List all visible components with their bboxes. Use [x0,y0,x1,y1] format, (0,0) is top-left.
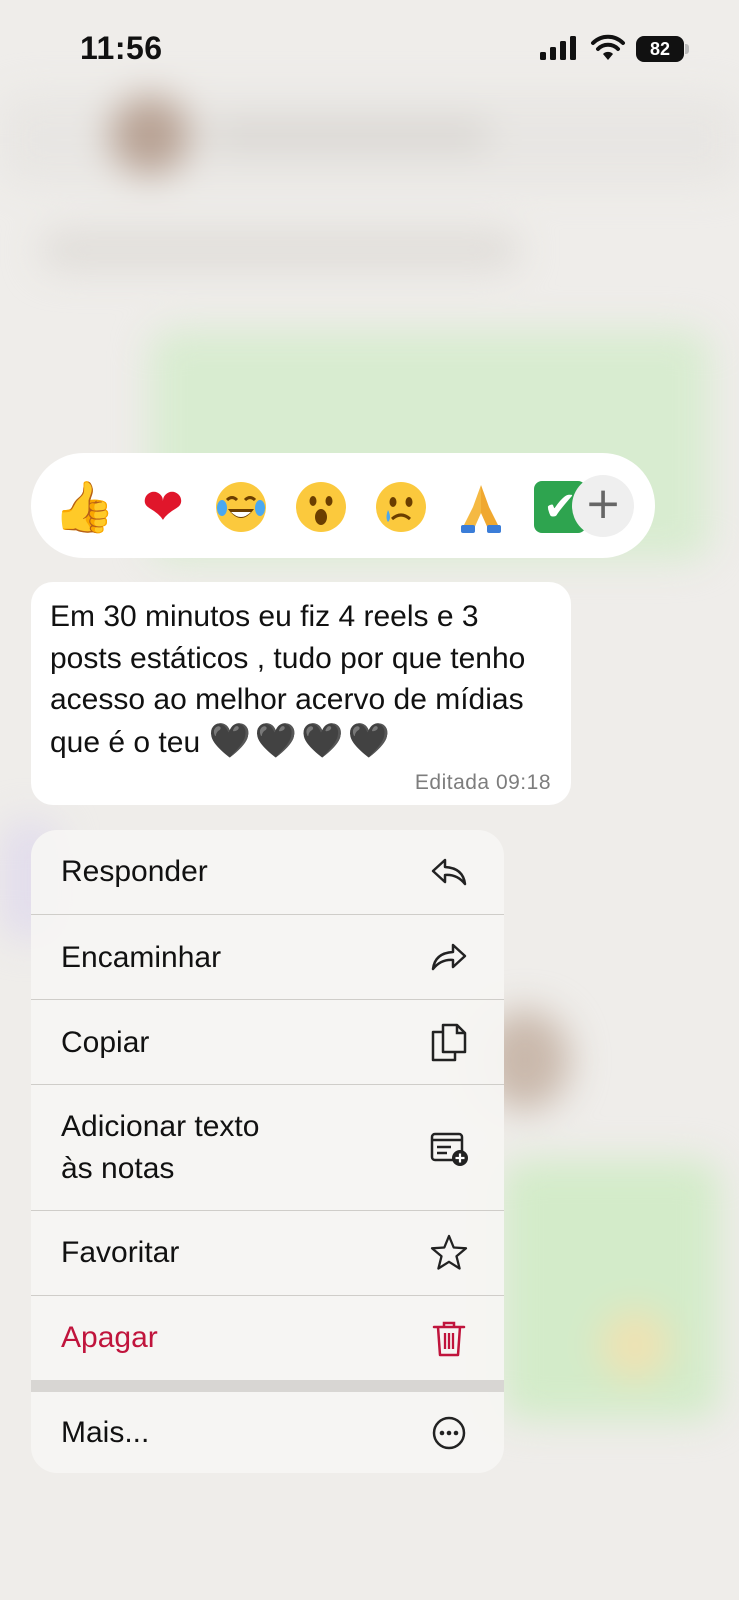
status-bar: 11:56 82 [0,0,739,95]
menu-item-label-line2: às notas [61,1152,175,1185]
message-context-menu: Responder Encaminhar Copiar Adicionar te… [31,830,504,1473]
menu-item-label: Apagar [61,1321,158,1354]
menu-item-delete[interactable]: Apagar [31,1295,504,1380]
menu-item-copy[interactable]: Copiar [31,999,504,1084]
more-reactions-button[interactable]: + [572,475,634,537]
face-with-open-mouth-icon[interactable] [296,482,346,532]
thumbs-up-icon[interactable]: 👍 [53,477,115,537]
message-text: Em 30 minutos eu fiz 4 reels e 3 posts e… [50,596,553,763]
wifi-icon [591,34,625,60]
star-icon [430,1234,468,1270]
more-icon [432,1416,466,1450]
forward-icon [431,943,467,971]
edited-timestamp: Editada 09:18 [414,771,551,794]
red-heart-icon[interactable]: ❤ [133,477,193,537]
menu-item-label: Adicionar texto às notas [61,1106,259,1190]
menu-item-more[interactable]: Mais... [31,1392,504,1473]
menu-item-reply[interactable]: Responder [31,830,504,914]
menu-item-label: Encaminhar [61,941,222,974]
menu-item-label: Responder [61,855,208,888]
reaction-bar: 👍 ❤ ✔ + [31,453,655,558]
reply-icon [431,858,467,886]
status-time: 11:56 [80,30,163,66]
menu-divider [31,1380,504,1392]
menu-item-add-to-notes[interactable]: Adicionar texto às notas [31,1084,504,1210]
copy-icon [431,1023,467,1062]
menu-item-forward[interactable]: Encaminhar [31,914,504,999]
battery-level: 82 [636,36,684,62]
crying-face-icon[interactable] [376,482,426,532]
trash-icon [432,1321,466,1357]
battery-icon: 82 [636,36,690,62]
menu-item-label: Copiar [61,1026,150,1059]
face-with-tears-of-joy-icon[interactable] [216,482,266,532]
folded-hands-icon[interactable] [451,477,511,537]
menu-item-label: Mais... [61,1416,150,1449]
menu-item-label-line1: Adicionar texto [61,1110,260,1143]
add-note-icon [430,1132,468,1166]
menu-item-label: Favoritar [61,1236,180,1269]
message-bubble[interactable]: Em 30 minutos eu fiz 4 reels e 3 posts e… [31,582,571,805]
cellular-signal-icon [540,36,576,60]
black-hearts-icon: 🖤🖤🖤🖤 [208,720,394,761]
menu-item-favorite[interactable]: Favoritar [31,1210,504,1295]
